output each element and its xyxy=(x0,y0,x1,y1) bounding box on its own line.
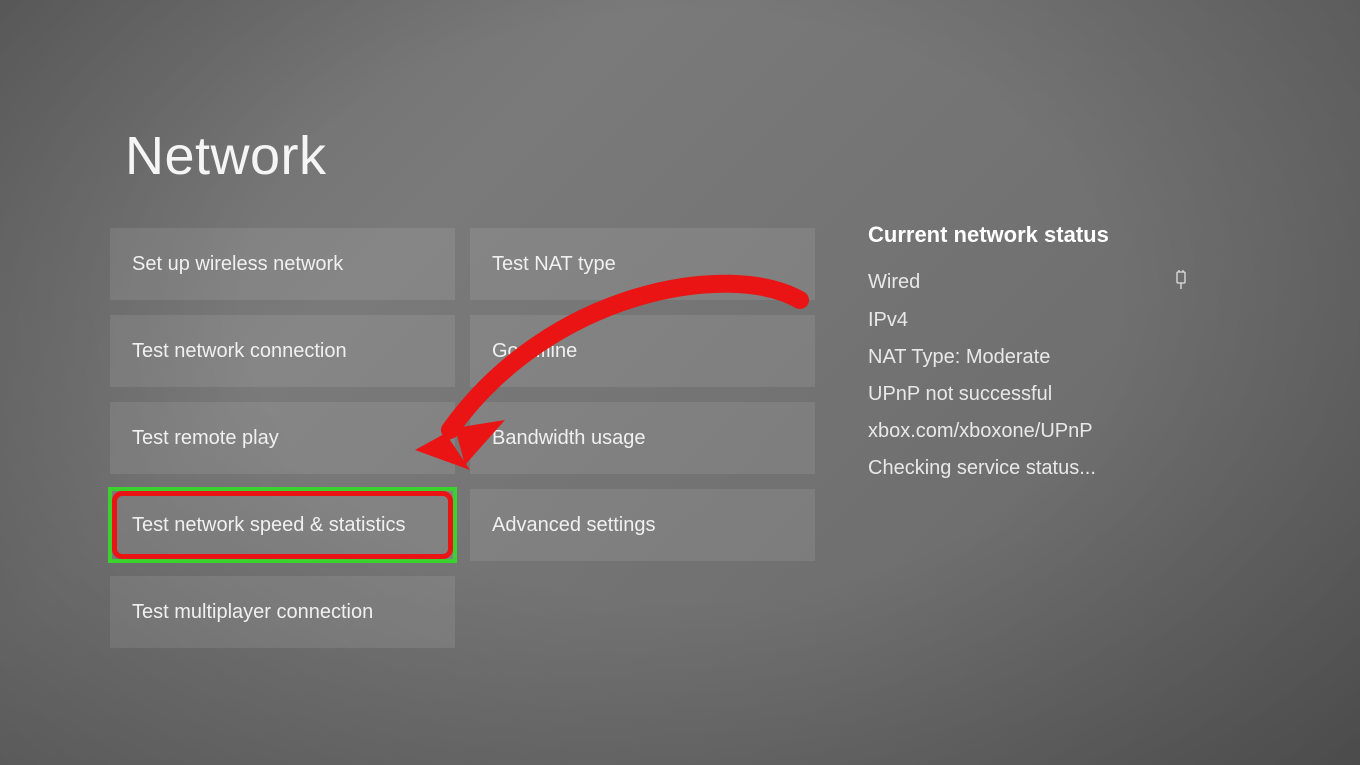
status-title: Current network status xyxy=(868,222,1228,248)
test-multiplayer-connection-button[interactable]: Test multiplayer connection xyxy=(110,576,455,648)
settings-column-2: Test NAT type Go offline Bandwidth usage… xyxy=(470,228,815,576)
status-connection-type: Wired xyxy=(868,270,1188,295)
tile-label: Test NAT type xyxy=(492,253,616,276)
status-nat-type: NAT Type: Moderate xyxy=(868,346,1228,369)
settings-column-1: Set up wireless network Test network con… xyxy=(110,228,455,663)
tile-label: Advanced settings xyxy=(492,514,655,537)
tile-label: Go offline xyxy=(492,340,577,363)
status-service: Checking service status... xyxy=(868,457,1228,480)
page-title: Network xyxy=(125,125,327,187)
status-url: xbox.com/xboxone/UPnP xyxy=(868,420,1228,443)
status-upnp: UPnP not successful xyxy=(868,383,1228,406)
setup-wireless-network-button[interactable]: Set up wireless network xyxy=(110,228,455,300)
bandwidth-usage-button[interactable]: Bandwidth usage xyxy=(470,402,815,474)
network-status-panel: Current network status Wired IPv4 NAT Ty… xyxy=(868,222,1228,494)
test-nat-type-button[interactable]: Test NAT type xyxy=(470,228,815,300)
test-network-speed-statistics-button[interactable]: Test network speed & statistics xyxy=(110,489,455,561)
test-remote-play-button[interactable]: Test remote play xyxy=(110,402,455,474)
tile-label: Bandwidth usage xyxy=(492,427,645,450)
tile-label: Test network connection xyxy=(132,340,347,363)
go-offline-button[interactable]: Go offline xyxy=(470,315,815,387)
connection-type-value: Wired xyxy=(868,271,920,294)
status-ip-version: IPv4 xyxy=(868,309,1228,332)
test-network-connection-button[interactable]: Test network connection xyxy=(110,315,455,387)
tile-label: Test multiplayer connection xyxy=(132,601,373,624)
advanced-settings-button[interactable]: Advanced settings xyxy=(470,489,815,561)
tile-label: Set up wireless network xyxy=(132,253,343,276)
tile-label: Test network speed & statistics xyxy=(132,514,405,537)
wired-icon xyxy=(1174,270,1188,295)
tile-label: Test remote play xyxy=(132,427,279,450)
